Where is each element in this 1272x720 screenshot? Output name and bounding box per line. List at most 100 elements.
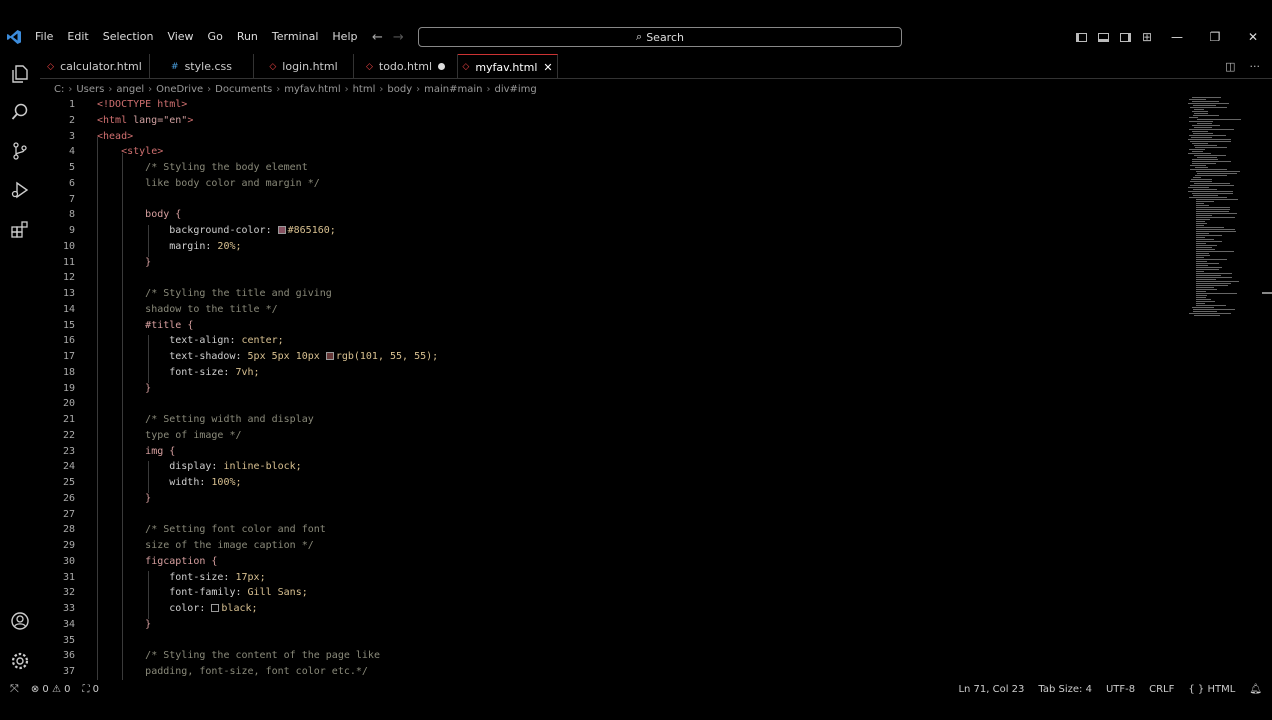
code-line[interactable]: 21 /* Setting width and display <box>40 412 1180 428</box>
menu-item-terminal[interactable]: Terminal <box>265 24 326 50</box>
code-line[interactable]: 17 text-shadow: 5px 5px 10px rgb(101, 55… <box>40 349 1180 365</box>
minimap[interactable] <box>1186 97 1262 327</box>
code-token: black; <box>221 603 258 614</box>
code-line[interactable]: 7 <box>40 192 1180 208</box>
code-line[interactable]: 33 color: black; <box>40 601 1180 617</box>
breadcrumb-item[interactable]: main#main <box>424 84 482 95</box>
end-of-line[interactable]: CRLF <box>1149 684 1174 695</box>
code-line[interactable]: 15 #title { <box>40 318 1180 334</box>
tab-calculator-html[interactable]: ◇ calculator.html <box>40 54 150 79</box>
code-line[interactable]: 3 <head> <box>40 129 1180 145</box>
code-line[interactable]: 12 <box>40 270 1180 286</box>
code-line[interactable]: 36 /* Styling the content of the page li… <box>40 648 1180 664</box>
code-line[interactable]: 13 /* Styling the title and giving <box>40 286 1180 302</box>
code-line[interactable]: 11 } <box>40 255 1180 271</box>
code-line[interactable]: 18 font-size: 7vh; <box>40 365 1180 381</box>
extensions-icon[interactable] <box>8 218 32 242</box>
code-line[interactable]: 2 <html lang="en"> <box>40 113 1180 129</box>
problems-indicator[interactable]: ⊗ 0 ⚠ 0 <box>31 684 71 695</box>
settings-gear-icon[interactable] <box>8 649 32 673</box>
code-line[interactable]: 30 figcaption { <box>40 554 1180 570</box>
remote-icon[interactable]: ⤧ <box>10 682 19 696</box>
search-box[interactable]: ⌕ Search <box>418 27 902 47</box>
code-line[interactable]: 4 <style> <box>40 144 1180 160</box>
menu-item-edit[interactable]: Edit <box>60 24 95 50</box>
breadcrumb-item[interactable]: body <box>387 84 412 95</box>
code-line[interactable]: 19 } <box>40 381 1180 397</box>
menu-item-view[interactable]: View <box>160 24 200 50</box>
code-line[interactable]: 25 width: 100%; <box>40 475 1180 491</box>
code-line[interactable]: 24 display: inline-block; <box>40 459 1180 475</box>
code-line[interactable]: 8 body { <box>40 207 1180 223</box>
forward-arrow-icon[interactable]: → <box>393 30 404 45</box>
language-mode[interactable]: { } HTML <box>1188 684 1235 695</box>
menu-item-go[interactable]: Go <box>201 24 230 50</box>
code-line[interactable]: 9 background-color: #865160; <box>40 223 1180 239</box>
code-editor[interactable]: 1 <!DOCTYPE html> 2 <html lang="en"> 3 <head>… <box>40 97 1185 680</box>
breadcrumb-item[interactable]: C: <box>54 84 64 95</box>
code-line[interactable]: 10 margin: 20%; <box>40 239 1180 255</box>
run-and-debug-icon[interactable] <box>8 178 32 202</box>
notifications-bell-icon[interactable]: 🔔︎ <box>1249 684 1262 695</box>
minimap-line <box>1190 181 1212 182</box>
breadcrumb-item[interactable]: div#img <box>494 84 536 95</box>
accounts-icon[interactable] <box>8 609 32 633</box>
tab-myfav-html[interactable]: ◇ myfav.html ✕ <box>458 54 558 79</box>
code-line[interactable]: 32 font-family: Gill Sans; <box>40 585 1180 601</box>
close-window-button[interactable]: ✕ <box>1234 24 1272 50</box>
code-line[interactable]: 29 size of the image caption */ <box>40 538 1180 554</box>
code-line[interactable]: 28 /* Setting font color and font <box>40 522 1180 538</box>
close-tab-icon[interactable]: ✕ <box>543 61 552 74</box>
color-swatch[interactable] <box>277 226 286 234</box>
minimap-line <box>1194 145 1217 146</box>
code-token: > <box>187 114 194 126</box>
code-line[interactable]: 35 <box>40 633 1180 649</box>
tab-size[interactable]: Tab Size: 4 <box>1038 684 1092 695</box>
code-line[interactable]: 16 text-align: center; <box>40 333 1180 349</box>
menu-item-selection[interactable]: Selection <box>96 24 161 50</box>
explorer-icon[interactable] <box>8 62 32 86</box>
code-line[interactable]: 27 <box>40 507 1180 523</box>
code-line[interactable]: 1 <!DOCTYPE html> <box>40 97 1180 113</box>
search-view-icon[interactable] <box>8 100 32 124</box>
toggle-panel-icon[interactable] <box>1092 24 1114 50</box>
scrollbar-thumb[interactable] <box>1262 292 1272 294</box>
encoding[interactable]: UTF-8 <box>1106 684 1135 695</box>
color-swatch[interactable] <box>325 352 334 360</box>
code-line[interactable]: 26 } <box>40 491 1180 507</box>
code-line[interactable]: 37 padding, font-size, font color etc.*/ <box>40 664 1180 680</box>
tab-style-css[interactable]: # style.css <box>150 54 254 79</box>
source-control-icon[interactable] <box>8 139 32 163</box>
cursor-position[interactable]: Ln 71, Col 23 <box>958 684 1024 695</box>
code-line[interactable]: 14 shadow to the title */ <box>40 302 1180 318</box>
breadcrumb-item[interactable]: OneDrive <box>156 84 203 95</box>
code-line[interactable]: 31 font-size: 17px; <box>40 570 1180 586</box>
toggle-secondary-sidebar-icon[interactable] <box>1114 24 1136 50</box>
breadcrumb-item[interactable]: Users <box>76 84 104 95</box>
menu-item-file[interactable]: File <box>28 24 60 50</box>
ports-indicator[interactable]: ⛶ 0 <box>82 684 99 695</box>
code-line[interactable]: 20 <box>40 396 1180 412</box>
menu-item-help[interactable]: Help <box>325 24 364 50</box>
code-line[interactable]: 5 /* Styling the body element <box>40 160 1180 176</box>
toggle-primary-sidebar-icon[interactable] <box>1070 24 1092 50</box>
tab-todo-html[interactable]: ◇ todo.html <box>354 54 458 79</box>
tab-login-html[interactable]: ◇ login.html <box>254 54 354 79</box>
split-editor-icon[interactable]: ◫ <box>1225 60 1235 73</box>
breadcrumb-item[interactable]: myfav.html <box>284 84 340 95</box>
breadcrumb-item[interactable]: Documents <box>215 84 272 95</box>
code-line[interactable]: 22 type of image */ <box>40 428 1180 444</box>
customize-layout-icon[interactable]: ⊞ <box>1136 24 1158 50</box>
code-line[interactable]: 6 like body color and margin */ <box>40 176 1180 192</box>
color-swatch[interactable] <box>211 604 220 612</box>
more-actions-icon[interactable]: ··· <box>1250 60 1261 73</box>
maximize-button[interactable]: ❐ <box>1196 24 1234 50</box>
menu-item-run[interactable]: Run <box>230 24 265 50</box>
breadcrumb-item[interactable]: html <box>353 84 376 95</box>
breadcrumb-item[interactable]: angel <box>116 84 144 95</box>
back-arrow-icon[interactable]: ← <box>372 30 383 45</box>
minimize-button[interactable]: — <box>1158 24 1196 50</box>
code-line[interactable]: 23 img { <box>40 444 1180 460</box>
code-line[interactable]: 34 } <box>40 617 1180 633</box>
